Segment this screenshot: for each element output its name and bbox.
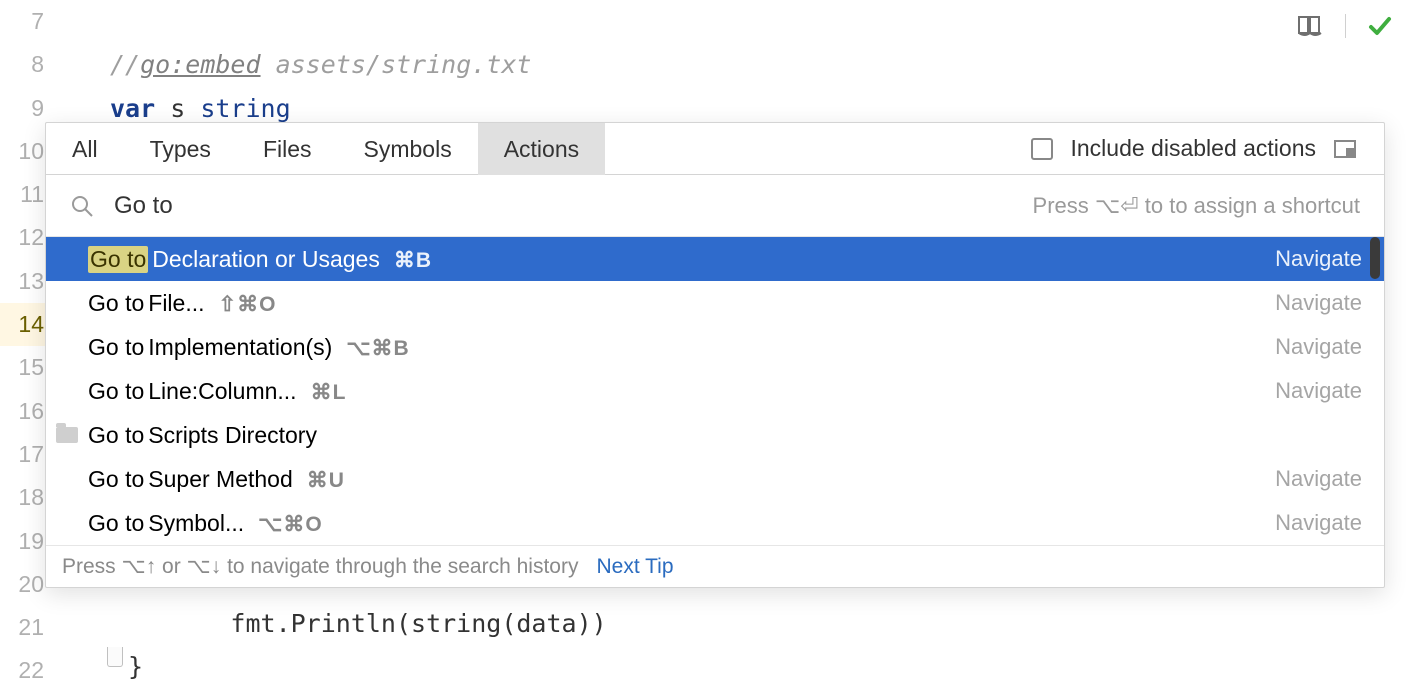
code-token: go:embed bbox=[140, 50, 260, 79]
action-category: Navigate bbox=[1275, 510, 1362, 536]
code-line: fmt.Println(string(data)) bbox=[110, 602, 607, 645]
shortcut: ⌘L bbox=[311, 380, 347, 405]
shortcut: ⇧⌘O bbox=[219, 292, 277, 317]
tab-all[interactable]: All bbox=[46, 123, 124, 175]
line-number: 14 bbox=[0, 303, 50, 346]
code-area[interactable]: //go:embed assets/string.txt var s strin… bbox=[110, 0, 1412, 130]
match-text: Go to bbox=[88, 422, 144, 449]
pin-icon[interactable] bbox=[1334, 140, 1356, 158]
gutter: 7 8 9 10 11 12 13 14 15 16 17 18 19 20 2… bbox=[0, 0, 50, 694]
action-category: Navigate bbox=[1275, 466, 1362, 492]
results-list: Go to Declaration or Usages ⌘B Navigate G… bbox=[46, 237, 1384, 545]
action-icon bbox=[56, 510, 82, 536]
match-text: Go to bbox=[88, 378, 144, 405]
line-number: 15 bbox=[0, 346, 50, 389]
popup-footer: Press ⌥↑ or ⌥↓ to navigate through the s… bbox=[46, 545, 1384, 587]
line-number: 7 bbox=[0, 0, 50, 43]
code-token: // bbox=[110, 50, 140, 79]
search-icon bbox=[70, 194, 94, 218]
divider bbox=[1345, 14, 1346, 38]
line-number: 9 bbox=[0, 87, 50, 130]
tab-types[interactable]: Types bbox=[124, 123, 237, 175]
action-icon bbox=[56, 466, 82, 492]
line-number: 10 bbox=[0, 130, 50, 173]
line-number: 12 bbox=[0, 216, 50, 259]
editor-top-right bbox=[1297, 14, 1392, 38]
match-text: Go to bbox=[88, 334, 144, 361]
action-category: Navigate bbox=[1275, 378, 1362, 404]
line-number: 19 bbox=[0, 520, 50, 563]
line-number: 16 bbox=[0, 390, 50, 433]
tab-actions[interactable]: Actions bbox=[478, 123, 605, 175]
shortcut: ⌥⌘O bbox=[258, 512, 323, 537]
match-text: Go to bbox=[88, 466, 144, 493]
action-category: Navigate bbox=[1275, 290, 1362, 316]
code-token: s bbox=[155, 94, 200, 123]
code-line: } bbox=[128, 645, 143, 688]
result-item[interactable]: Go to File... ⇧⌘O Navigate bbox=[46, 281, 1384, 325]
action-label: Symbol... bbox=[148, 510, 244, 537]
code-token: string bbox=[200, 94, 290, 123]
action-icon bbox=[56, 290, 82, 316]
action-label: File... bbox=[148, 290, 204, 317]
scrollbar-thumb[interactable] bbox=[1370, 237, 1380, 279]
shortcut: ⌘B bbox=[394, 248, 432, 273]
line-number: 8 bbox=[0, 43, 50, 86]
scrollbar-track[interactable] bbox=[1369, 237, 1381, 545]
result-item[interactable]: Go to Implementation(s) ⌥⌘B Navigate bbox=[46, 325, 1384, 369]
match-text: Go to bbox=[88, 510, 144, 537]
footer-hint: Press ⌥↑ or ⌥↓ to navigate through the s… bbox=[62, 554, 578, 579]
result-item[interactable]: Go to Scripts Directory bbox=[46, 413, 1384, 457]
action-label: Super Method bbox=[148, 466, 292, 493]
inspection-ok-icon[interactable] bbox=[1368, 14, 1392, 38]
action-category: Navigate bbox=[1275, 334, 1362, 360]
code-token: assets/string.txt bbox=[261, 50, 532, 79]
code-token: var bbox=[110, 94, 155, 123]
fold-marker-icon[interactable] bbox=[107, 647, 123, 667]
include-disabled-label: Include disabled actions bbox=[1071, 135, 1317, 162]
action-icon bbox=[56, 246, 82, 272]
action-label: Declaration or Usages bbox=[152, 246, 380, 273]
shortcut: ⌥⌘B bbox=[346, 336, 409, 361]
line-number: 20 bbox=[0, 563, 50, 606]
result-item[interactable]: Go to Line:Column... ⌘L Navigate bbox=[46, 369, 1384, 413]
tabs-row: All Types Files Symbols Actions Include … bbox=[46, 123, 1384, 175]
shortcut: ⌘U bbox=[307, 468, 345, 493]
result-item[interactable]: Go to Super Method ⌘U Navigate bbox=[46, 457, 1384, 501]
action-label: Implementation(s) bbox=[148, 334, 332, 361]
code-line: //go:embed assets/string.txt bbox=[110, 43, 1412, 86]
line-number: 18 bbox=[0, 476, 50, 519]
action-label: Scripts Directory bbox=[148, 422, 317, 449]
action-icon bbox=[56, 334, 82, 360]
assign-shortcut-hint: Press ⌥⏎ to to assign a shortcut bbox=[1033, 193, 1360, 219]
search-row: Press ⌥⏎ to to assign a shortcut bbox=[46, 175, 1384, 237]
tab-symbols[interactable]: Symbols bbox=[338, 123, 478, 175]
action-category: Navigate bbox=[1275, 246, 1362, 272]
result-item[interactable]: Go to Declaration or Usages ⌘B Navigate bbox=[46, 237, 1384, 281]
line-number: 13 bbox=[0, 260, 50, 303]
action-icon bbox=[56, 378, 82, 404]
line-number: 21 bbox=[0, 606, 50, 649]
next-tip-link[interactable]: Next Tip bbox=[596, 555, 673, 579]
include-disabled-checkbox[interactable] bbox=[1031, 138, 1053, 160]
match-text: Go to bbox=[88, 246, 148, 273]
search-input[interactable] bbox=[114, 192, 514, 220]
search-everywhere-popup: All Types Files Symbols Actions Include … bbox=[45, 122, 1385, 588]
result-item[interactable]: Go to Symbol... ⌥⌘O Navigate bbox=[46, 501, 1384, 545]
match-text: Go to bbox=[88, 290, 144, 317]
reader-mode-icon[interactable] bbox=[1297, 15, 1323, 37]
tab-files[interactable]: Files bbox=[237, 123, 338, 175]
line-number: 17 bbox=[0, 433, 50, 476]
line-number: 22 bbox=[0, 649, 50, 692]
action-label: Line:Column... bbox=[148, 378, 296, 405]
folder-icon bbox=[56, 422, 82, 448]
line-number: 11 bbox=[0, 173, 50, 216]
